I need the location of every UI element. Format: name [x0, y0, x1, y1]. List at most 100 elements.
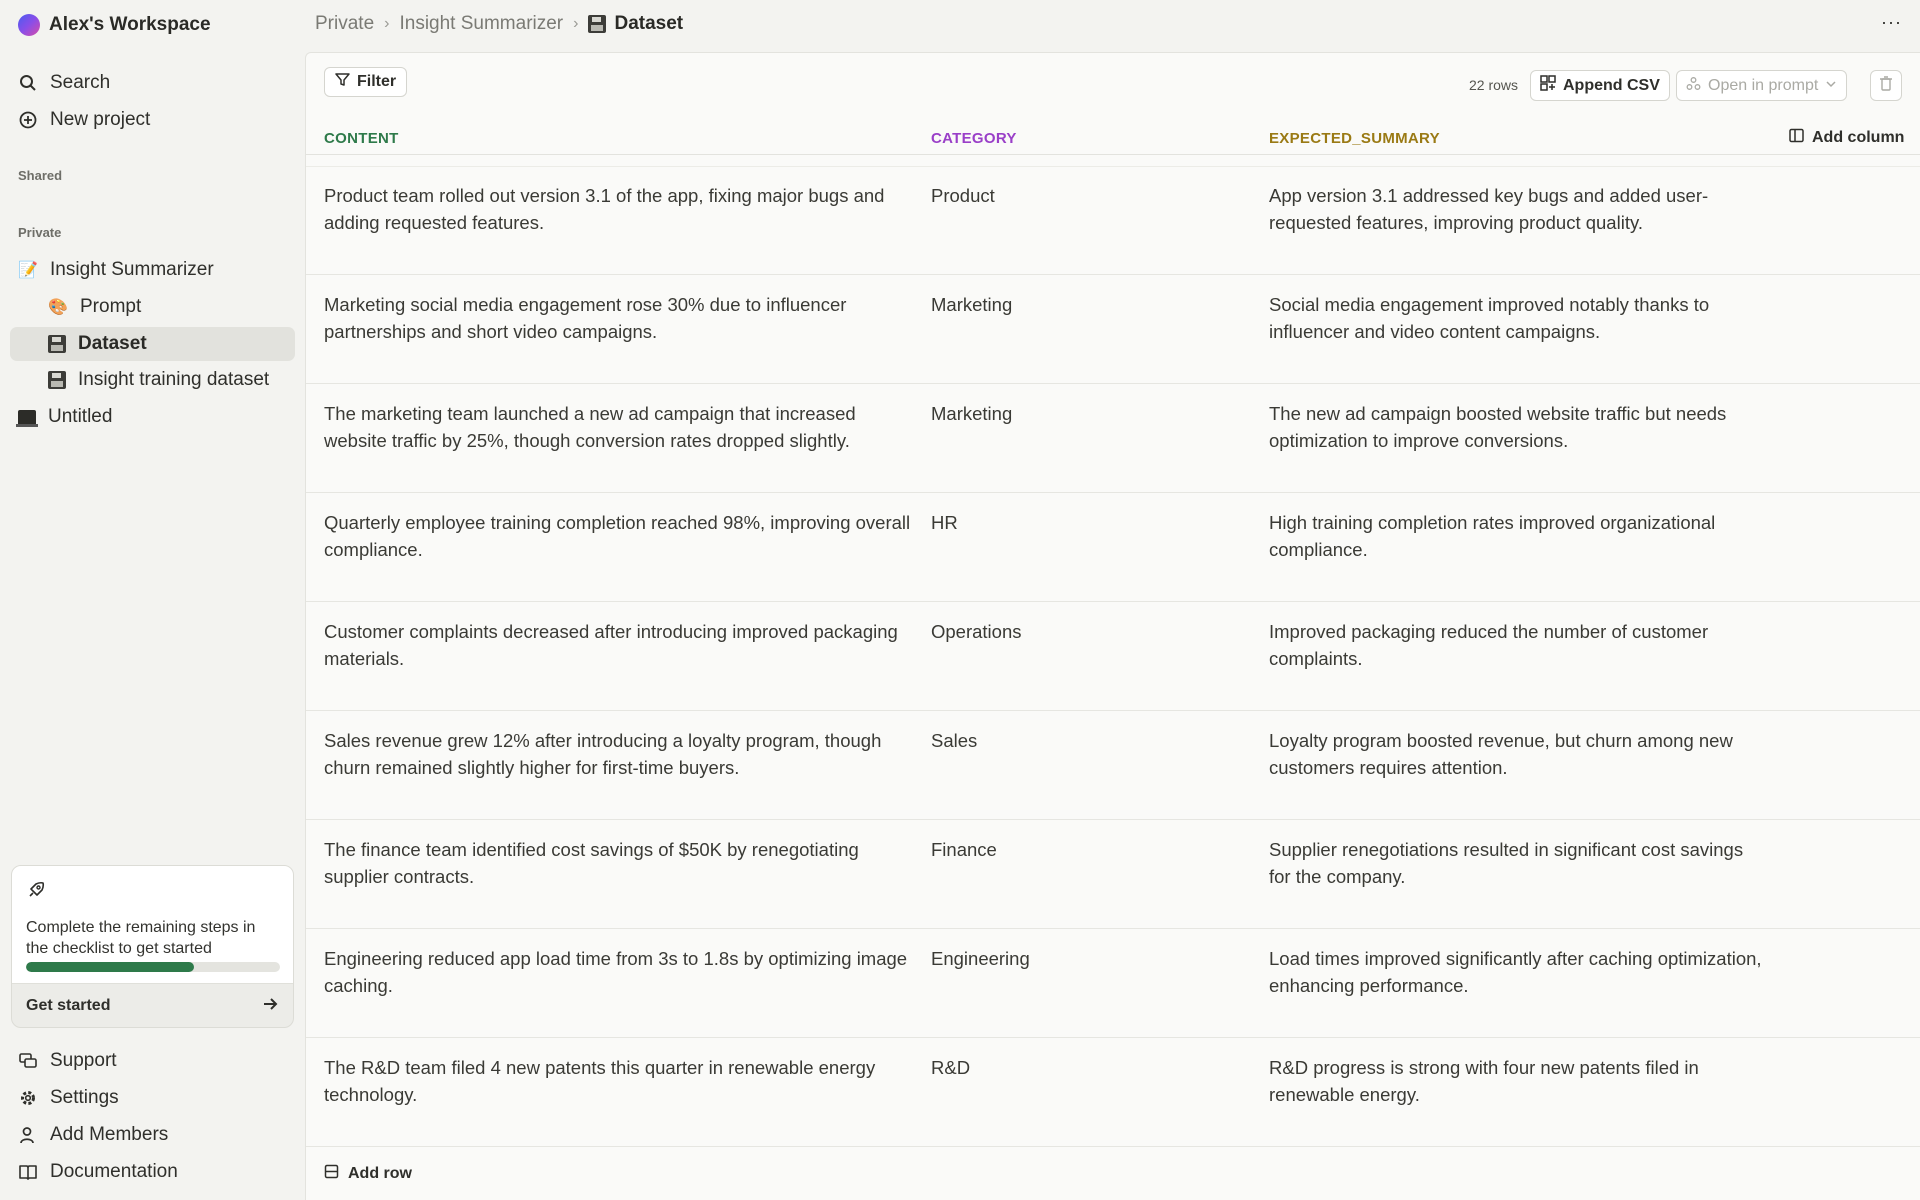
- workspace-avatar: [18, 14, 40, 36]
- get-started-button[interactable]: Get started: [12, 984, 293, 1027]
- cell-expected-summary[interactable]: Improved packaging reduced the number of…: [1269, 618, 1769, 672]
- column-header-content[interactable]: CONTENT: [324, 123, 399, 153]
- sidebar-item-dataset[interactable]: Dataset: [48, 330, 147, 358]
- add-column-button[interactable]: Add column: [1789, 123, 1904, 153]
- add-row-icon: [324, 1164, 339, 1184]
- cell-expected-summary[interactable]: Loyalty program boosted revenue, but chu…: [1269, 727, 1769, 781]
- user-plus-icon: [18, 1125, 38, 1145]
- sidebar-item-prompt[interactable]: 🎨 Prompt: [48, 293, 141, 321]
- cell-content[interactable]: The marketing team launched a new ad cam…: [324, 400, 914, 454]
- columns-icon: [1789, 128, 1804, 148]
- cell-expected-summary[interactable]: High training completion rates improved …: [1269, 509, 1769, 563]
- arrow-right-icon: [261, 995, 279, 1018]
- trash-icon: [1879, 75, 1893, 96]
- filter-button[interactable]: Filter: [324, 67, 408, 97]
- sidebar-item-insight-summarizer[interactable]: 📝 Insight Summarizer: [18, 256, 214, 284]
- cell-category[interactable]: R&D: [931, 1054, 1231, 1081]
- cell-expected-summary[interactable]: Social media engagement improved notably…: [1269, 291, 1769, 345]
- breadcrumb-item-private[interactable]: Private: [315, 13, 374, 35]
- open-in-prompt-label: Open in prompt: [1708, 76, 1819, 94]
- cell-content[interactable]: Marketing social media engagement rose 3…: [324, 291, 914, 345]
- divider: [306, 154, 1920, 155]
- sidebar-item-search[interactable]: Search: [18, 69, 110, 97]
- floppy-disk-icon: [48, 335, 66, 353]
- cell-category[interactable]: Marketing: [931, 400, 1231, 427]
- table-row[interactable]: The finance team identified cost savings…: [306, 820, 1920, 929]
- sidebar-item-support[interactable]: Support: [18, 1047, 117, 1075]
- cell-content[interactable]: Quarterly employee training completion r…: [324, 509, 914, 563]
- cell-content[interactable]: Engineering reduced app load time from 3…: [324, 945, 914, 999]
- cell-category[interactable]: Engineering: [931, 945, 1231, 972]
- book-icon: [18, 1162, 38, 1182]
- section-label-shared: Shared: [18, 168, 63, 183]
- breadcrumb-item-insight-summarizer[interactable]: Insight Summarizer: [399, 13, 563, 35]
- workspace-name: Alex's Workspace: [49, 14, 211, 35]
- add-row-button[interactable]: Add row: [324, 1164, 412, 1184]
- table-row[interactable]: The R&D team filed 4 new patents this qu…: [306, 1038, 1920, 1147]
- table-row[interactable]: Engineering reduced app load time from 3…: [306, 929, 1920, 1038]
- workspace-switcher[interactable]: Alex's Workspace: [18, 13, 211, 37]
- filter-icon: [335, 72, 350, 92]
- sidebar-item-add-members[interactable]: Add Members: [18, 1121, 168, 1149]
- table-row[interactable]: The marketing team launched a new ad cam…: [306, 384, 1920, 493]
- cell-category[interactable]: Product: [931, 182, 1231, 209]
- sidebar-item-settings[interactable]: Settings: [18, 1084, 119, 1112]
- search-icon: [18, 73, 38, 93]
- more-options-button[interactable]: ···: [1881, 12, 1902, 33]
- gear-icon: [18, 1088, 38, 1108]
- laptop-icon: [16, 410, 38, 427]
- sidebar-item-label: Support: [50, 1050, 117, 1071]
- add-row-label: Add row: [348, 1165, 412, 1182]
- add-column-label: Add column: [1812, 129, 1905, 146]
- chat-icon: [18, 1051, 38, 1071]
- cell-content[interactable]: The finance team identified cost savings…: [324, 836, 914, 890]
- section-label-private: Private: [18, 225, 62, 240]
- cell-expected-summary[interactable]: The new ad campaign boosted website traf…: [1269, 400, 1769, 454]
- sidebar-item-label: Insight training dataset: [78, 369, 270, 390]
- top-bar: Private › Insight Summarizer › Dataset ·…: [305, 0, 1920, 52]
- cell-category[interactable]: HR: [931, 509, 1231, 536]
- table-row[interactable]: Sales revenue grew 12% after introducing…: [306, 711, 1920, 820]
- dataset-panel: Filter 22 rows Append CSV Open in prompt…: [305, 52, 1920, 1200]
- checklist-progress-bar: [26, 962, 280, 972]
- memo-icon: 📝: [18, 262, 38, 279]
- csv-icon: [1540, 75, 1556, 96]
- get-started-label: Get started: [26, 997, 111, 1014]
- cell-content[interactable]: Sales revenue grew 12% after introducing…: [324, 727, 914, 781]
- sidebar-item-label: Prompt: [80, 296, 142, 317]
- cell-category[interactable]: Finance: [931, 836, 1231, 863]
- table-row[interactable]: Customer complaints decreased after intr…: [306, 602, 1920, 711]
- table-row[interactable]: Quarterly employee training completion r…: [306, 493, 1920, 602]
- sidebar-item-untitled[interactable]: Untitled: [16, 403, 113, 431]
- chevron-down-icon: [1825, 77, 1837, 95]
- cell-category[interactable]: Sales: [931, 727, 1231, 754]
- append-csv-label: Append CSV: [1563, 76, 1660, 94]
- cell-expected-summary[interactable]: Load times improved significantly after …: [1269, 945, 1769, 999]
- sidebar-item-documentation[interactable]: Documentation: [18, 1158, 178, 1186]
- prompt-icon: [1686, 76, 1701, 96]
- cell-expected-summary[interactable]: App version 3.1 addressed key bugs and a…: [1269, 182, 1769, 236]
- cell-category[interactable]: Operations: [931, 618, 1231, 645]
- breadcrumb-current-label: Dataset: [614, 13, 684, 34]
- cell-category[interactable]: Marketing: [931, 291, 1231, 318]
- onboarding-checklist-card: Complete the remaining steps in the chec…: [11, 865, 294, 1028]
- sidebar-item-label: Documentation: [50, 1161, 178, 1182]
- progress-fill: [26, 962, 194, 972]
- cell-content[interactable]: Customer complaints decreased after intr…: [324, 618, 914, 672]
- cell-expected-summary[interactable]: R&D progress is strong with four new pat…: [1269, 1054, 1769, 1108]
- column-header-expected-summary[interactable]: EXPECTED_SUMMARY: [1269, 123, 1440, 153]
- column-header-category[interactable]: CATEGORY: [931, 123, 1017, 153]
- table-row[interactable]: Marketing social media engagement rose 3…: [306, 275, 1920, 384]
- sidebar-item-label: Untitled: [48, 406, 113, 427]
- cell-content[interactable]: The R&D team filed 4 new patents this qu…: [324, 1054, 914, 1108]
- sidebar-item-insight-training-dataset[interactable]: Insight training dataset: [48, 366, 269, 394]
- append-csv-button[interactable]: Append CSV: [1530, 70, 1670, 101]
- cell-expected-summary[interactable]: Supplier renegotiations resulted in sign…: [1269, 836, 1769, 890]
- table-row[interactable]: Product team rolled out version 3.1 of t…: [306, 166, 1920, 275]
- delete-button[interactable]: [1870, 70, 1902, 101]
- open-in-prompt-button[interactable]: Open in prompt: [1676, 70, 1848, 101]
- sidebar-item-label: Settings: [50, 1087, 119, 1108]
- chevron-right-icon: ›: [573, 15, 579, 32]
- cell-content[interactable]: Product team rolled out version 3.1 of t…: [324, 182, 914, 236]
- sidebar-item-new-project[interactable]: New project: [18, 106, 150, 134]
